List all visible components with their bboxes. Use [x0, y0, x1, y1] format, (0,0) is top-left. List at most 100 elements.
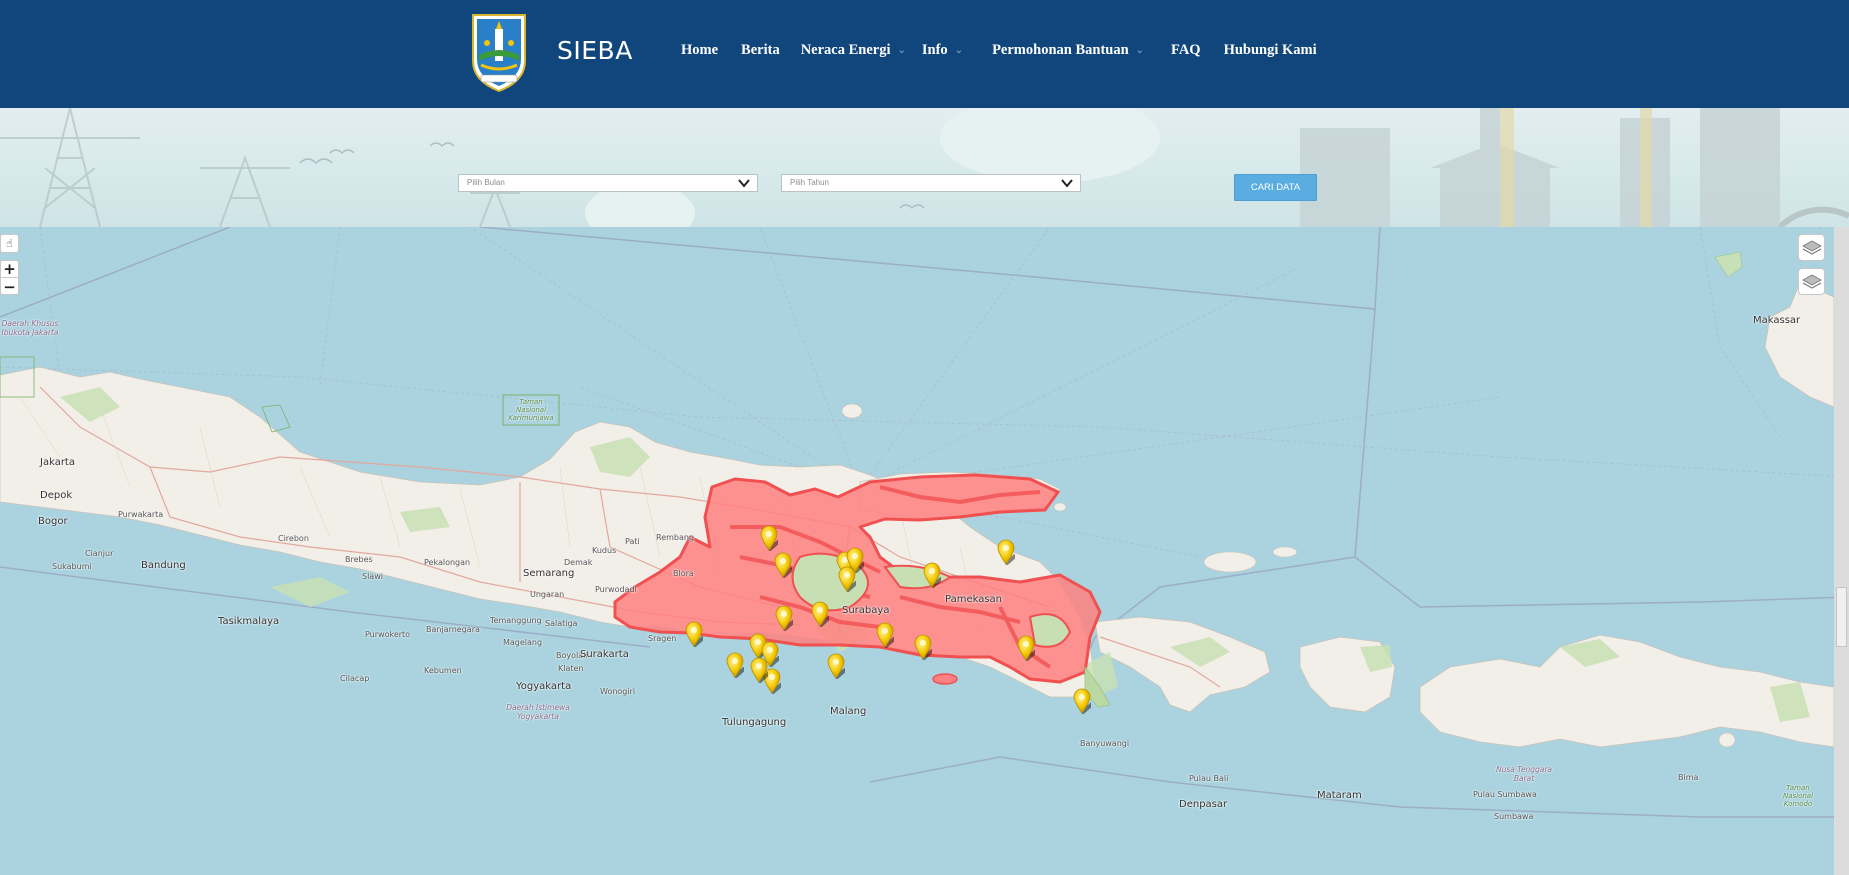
place-label: Blora	[673, 569, 694, 578]
location-marker-icon[interactable]	[774, 552, 794, 578]
energy-background-illustration	[0, 108, 1849, 227]
place-label: Demak	[564, 558, 593, 567]
place-label: Pulau Bali	[1189, 774, 1229, 783]
nav-label: Permohonan Bantuan	[992, 42, 1129, 58]
year-select-placeholder: Pilih Tahun	[790, 178, 829, 187]
place-label: Taman Nasional Karimunjawa	[508, 398, 554, 422]
nav-label: Info	[921, 42, 948, 58]
location-marker-icon[interactable]	[811, 601, 831, 627]
map-view[interactable]: Jakarta Depok Bogor Purwakarta Cianjur S…	[0, 227, 1849, 875]
zoom-in-button[interactable]: +	[1, 260, 18, 278]
map-scrollbar-thumb[interactable]	[1836, 587, 1847, 647]
location-marker-icon[interactable]	[876, 622, 896, 648]
layers-icon	[1801, 240, 1822, 255]
layers-icon	[1801, 274, 1822, 289]
place-label: Tulungagung	[722, 717, 787, 728]
place-label: Sumbawa	[1494, 812, 1534, 821]
location-marker-icon[interactable]	[827, 653, 847, 679]
east-java-emblem-logo[interactable]	[469, 9, 529, 93]
nav-label: Neraca Energi	[800, 42, 891, 58]
chevron-down-icon: ⌄	[1135, 45, 1145, 56]
place-label: Mataram	[1317, 790, 1362, 801]
place-label: Daerah Istimewa Yogyakarta	[506, 703, 570, 721]
place-label: Denpasar	[1179, 799, 1228, 810]
year-select[interactable]: Pilih Tahun	[781, 174, 1081, 192]
place-label: Cianjur	[85, 549, 114, 558]
place-label: Banjarnegara	[426, 625, 480, 634]
place-label: Kebumen	[424, 666, 462, 675]
place-label: Banyuwangi	[1080, 739, 1130, 748]
place-label: Salatiga	[545, 619, 578, 628]
zoom-out-button[interactable]: −	[1, 278, 18, 296]
place-label: Taman Nasional Komodo	[1782, 784, 1814, 808]
place-label: Semarang	[523, 568, 575, 579]
place-label: Kudus	[592, 546, 617, 555]
map-scrollbar[interactable]	[1834, 227, 1849, 875]
chevron-down-icon	[738, 179, 750, 188]
month-select-placeholder: Pilih Bulan	[467, 178, 505, 187]
nav-berita[interactable]: Berita	[741, 42, 780, 59]
nav-label: Hubungi Kami	[1223, 42, 1317, 58]
search-data-button[interactable]: CARI DATA	[1234, 174, 1317, 201]
place-label: Pulau Sumbawa	[1473, 790, 1537, 799]
place-label: Bima	[1678, 773, 1699, 782]
location-marker-icon[interactable]	[750, 657, 770, 683]
month-select[interactable]: Pilih Bulan	[458, 174, 758, 192]
location-marker-icon[interactable]	[760, 525, 780, 551]
place-label: Sragen	[648, 634, 677, 643]
nav-label: FAQ	[1171, 42, 1201, 58]
place-label: Purwodadi	[595, 585, 637, 594]
place-label: Bogor	[38, 516, 68, 527]
chevron-down-icon	[1061, 179, 1073, 188]
place-label: Tasikmalaya	[218, 616, 280, 627]
location-marker-icon[interactable]	[923, 562, 943, 588]
location-marker-icon[interactable]	[914, 634, 934, 660]
place-label: Purwokerto	[365, 630, 411, 639]
zoom-control: + −	[0, 260, 19, 296]
location-marker-icon[interactable]	[726, 652, 746, 678]
chevron-down-icon: ⌄	[897, 45, 906, 56]
filter-section: Pilih Bulan Pilih Tahun CARI DATA	[0, 108, 1849, 227]
brand-name[interactable]: SIEBA	[557, 36, 633, 65]
place-label: Rembang	[656, 533, 695, 542]
nav-info[interactable]: Info ⌄	[922, 42, 963, 59]
place-label: Pati	[625, 537, 640, 546]
place-label: Jakarta	[40, 457, 75, 468]
place-label: Surabaya	[842, 605, 890, 616]
place-label: Nusa Tenggara Barat	[1495, 765, 1553, 783]
place-label: Cilacap	[340, 674, 370, 683]
place-label: Bandung	[141, 560, 186, 571]
place-label: Depok	[40, 490, 73, 501]
top-navbar: SIEBA Home Berita Neraca Energi ⌄ Info ⌄ P…	[0, 0, 1849, 108]
location-marker-icon[interactable]	[838, 566, 858, 592]
hand-pointer-icon[interactable]: ☝	[0, 234, 19, 253]
nav-label: Berita	[741, 42, 780, 58]
nav-hubungi-kami[interactable]: Hubungi Kami	[1224, 42, 1317, 59]
place-label: Malang	[830, 706, 867, 717]
nav-permohonan-bantuan[interactable]: Permohonan Bantuan ⌄	[992, 42, 1144, 59]
nav-faq[interactable]: FAQ	[1171, 42, 1201, 59]
map-tiles	[0, 227, 1849, 875]
place-label: Brebes	[345, 555, 373, 564]
nav-home[interactable]: Home	[681, 42, 718, 59]
place-label: Wonogiri	[600, 687, 636, 696]
place-label: Sukabumi	[52, 562, 92, 571]
location-marker-icon[interactable]	[1017, 635, 1037, 661]
location-marker-icon[interactable]	[775, 605, 795, 631]
place-label: Temanggung	[490, 616, 542, 625]
layers-button[interactable]	[1798, 234, 1825, 261]
place-label: Slawi	[362, 572, 383, 581]
location-marker-icon[interactable]	[685, 621, 705, 647]
nav-neraca-energi[interactable]: Neraca Energi ⌄	[801, 42, 906, 59]
place-label: Klaten	[558, 664, 584, 673]
place-label: Purwakarta	[118, 510, 164, 519]
place-label: Daerah Khusus Ibukota Jakarta	[1, 319, 59, 337]
place-label: Makassar	[1753, 315, 1801, 326]
chevron-down-icon: ⌄	[954, 45, 964, 56]
location-marker-icon[interactable]	[997, 539, 1017, 565]
place-label: Pamekasan	[945, 594, 1003, 605]
layers-button[interactable]	[1798, 268, 1825, 295]
place-label: Pekalongan	[424, 558, 471, 567]
location-marker-icon[interactable]	[1073, 688, 1093, 714]
place-label: Surakarta	[580, 649, 629, 660]
